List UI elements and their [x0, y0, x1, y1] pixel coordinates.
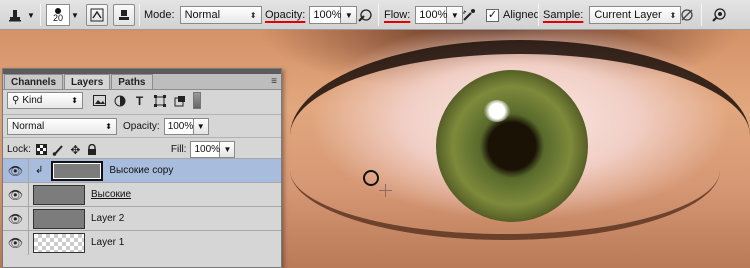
fill-label: Fill: [170, 144, 187, 155]
filter-adjustment-layers-icon[interactable] [111, 92, 128, 109]
mode-select[interactable]: Normal ⬍ [179, 6, 262, 24]
updown-arrows-icon: ⬍ [249, 10, 257, 20]
layer-row[interactable]: 👁 Layer 2 [3, 206, 281, 231]
layer-thumbnail [33, 208, 85, 229]
chevron-down-icon[interactable]: ▼ [71, 11, 79, 20]
filter-type-layers-icon[interactable]: T [131, 92, 148, 109]
clipping-arrow-icon: ↲ [35, 165, 44, 176]
divider [139, 4, 140, 26]
mode-value: Normal [184, 9, 221, 21]
layer-name: Высокие [91, 189, 132, 200]
lock-transparent-pixels-icon[interactable] [33, 141, 50, 158]
eye-iris [436, 70, 588, 222]
flow-label: Flow: [384, 9, 411, 21]
pressure-size-icon[interactable] [708, 4, 730, 26]
lock-all-icon[interactable] [84, 141, 101, 158]
layer-row[interactable]: 👁 Высокие [3, 182, 281, 207]
flow-input[interactable]: 100% [415, 6, 447, 24]
layer-row[interactable]: 👁 ↲ Высокие copy [3, 158, 281, 183]
clone-source-crosshair [379, 184, 392, 197]
eye-visibility-icon[interactable]: 👁 [3, 182, 29, 207]
tab-channels[interactable]: Channels [4, 74, 64, 89]
tab-paths[interactable]: Paths [111, 74, 153, 89]
divider [701, 4, 702, 26]
mode-label: Mode: [144, 9, 175, 21]
layer-opacity-label: Opacity: [123, 121, 160, 132]
sample-label: Sample: [543, 9, 584, 21]
filter-toggle-switch[interactable] [193, 92, 201, 109]
layer-name: Layer 2 [91, 213, 125, 224]
brush-preset-picker[interactable]: 20 ▼ [46, 4, 79, 26]
divider [40, 4, 41, 26]
filter-smart-objects-icon[interactable] [171, 92, 188, 109]
blend-row: Normal ⬍ Opacity: 100% ▼ [3, 114, 281, 135]
blend-mode-select[interactable]: Normal ⬍ [7, 118, 117, 135]
divider [538, 4, 539, 26]
eye-visibility-icon[interactable]: 👁 [3, 158, 29, 183]
panel-tabs: Channels Layers Paths ≡ [3, 74, 281, 90]
eye-visibility-icon[interactable]: 👁 [3, 206, 29, 231]
layer-name: Высокие copy [109, 165, 174, 176]
blend-mode-value: Normal [12, 121, 45, 132]
sample-select[interactable]: Current Layer ⬍ [589, 6, 682, 24]
layer-thumbnail [51, 160, 104, 181]
fill-slider-toggle[interactable]: ▼ [220, 141, 236, 158]
clone-stamp-tool-icon[interactable] [4, 4, 26, 26]
chevron-down-icon[interactable]: ▼ [27, 11, 35, 20]
updown-arrows-icon: ⬍ [105, 122, 112, 131]
layers-panel: Channels Layers Paths ≡ ⚲ Kind ⬍ T Normal ⬍… [2, 68, 282, 268]
filter-kind-value: Kind [22, 95, 43, 106]
search-icon: ⚲ [12, 95, 20, 106]
clone-source-panel-icon[interactable] [113, 4, 135, 26]
lock-image-pixels-icon[interactable] [50, 141, 67, 158]
pressure-opacity-icon[interactable] [354, 4, 376, 26]
panel-menu-icon[interactable]: ≡ [271, 76, 277, 87]
layer-opacity-slider-toggle[interactable]: ▼ [193, 118, 209, 135]
layer-name: Layer 1 [91, 237, 125, 248]
aligned-checkbox[interactable]: ✓ [486, 8, 499, 22]
filter-shape-layers-icon[interactable] [151, 92, 168, 109]
opacity-input[interactable]: 100% [309, 6, 342, 24]
lock-position-icon[interactable]: ✥ [67, 141, 84, 158]
brush-size-value: 20 [52, 12, 63, 23]
updown-arrows-icon: ⬍ [71, 96, 78, 105]
tool-options-bar: ▼ 20 ▼ Mode: Normal ⬍ Opacity: 100% ▼ Fl… [0, 0, 750, 30]
layer-opacity-input[interactable]: 100% [163, 118, 194, 135]
toggle-brush-panel-icon[interactable] [86, 4, 108, 26]
layer-filter-row: ⚲ Kind ⬍ T [3, 92, 281, 109]
sample-value: Current Layer [594, 9, 662, 21]
tool-preset-picker[interactable]: ▼ [4, 4, 35, 26]
opacity-label: Opacity: [265, 9, 306, 21]
lock-row: Lock: ✥ Fill: 100% ▼ [3, 137, 281, 158]
filter-pixel-layers-icon[interactable] [91, 92, 108, 109]
layer-thumbnail [33, 184, 85, 205]
fill-input[interactable]: 100% [190, 141, 221, 158]
brush-cursor-circle [363, 170, 379, 186]
eye-visibility-icon[interactable]: 👁 [3, 230, 29, 255]
lock-label: Lock: [7, 144, 31, 155]
layer-thumbnail [33, 232, 85, 253]
divider [378, 4, 379, 26]
aligned-label: Aligned [503, 9, 540, 21]
airbrush-icon[interactable] [458, 4, 480, 26]
filter-kind-select[interactable]: ⚲ Kind ⬍ [7, 92, 83, 109]
ignore-adjustment-icon[interactable] [676, 4, 698, 26]
eye-highlight [484, 100, 510, 122]
tab-layers[interactable]: Layers [64, 74, 111, 89]
layer-row[interactable]: 👁 Layer 1 [3, 230, 281, 255]
